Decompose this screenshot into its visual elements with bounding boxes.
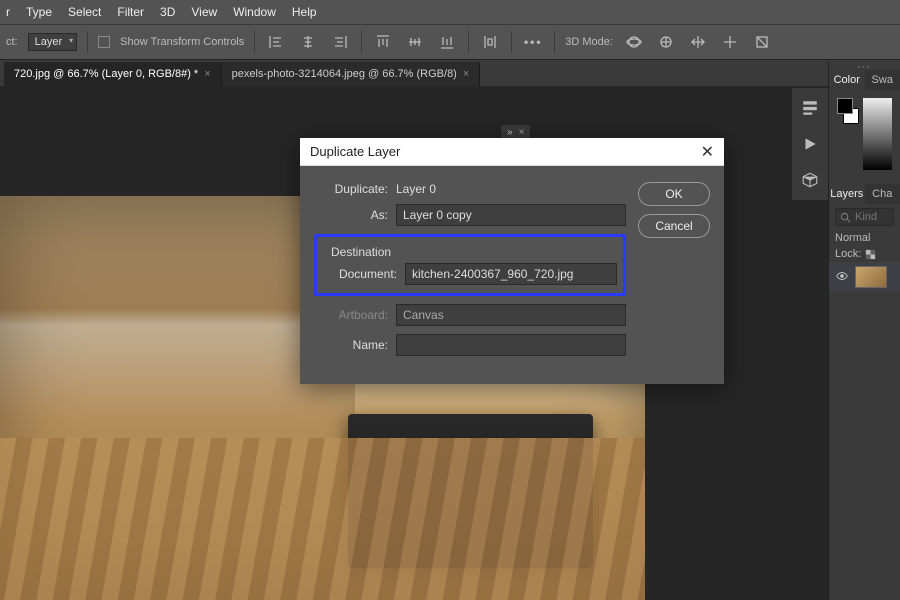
align-top-icon[interactable] (372, 31, 394, 53)
ok-button[interactable]: OK (638, 182, 710, 206)
menu-item[interactable]: Window (233, 5, 276, 19)
layer-thumbnail[interactable] (855, 266, 887, 288)
as-label: As: (314, 208, 388, 222)
layers-panel: Layers Cha Normal Lock: (829, 184, 900, 292)
divider (554, 31, 555, 53)
duplicate-value: Layer 0 (396, 182, 436, 196)
name-label: Name: (314, 338, 388, 352)
more-options-icon[interactable]: ••• (522, 31, 544, 53)
as-input[interactable] (396, 204, 626, 226)
mode-3d-label: 3D Mode: (565, 36, 613, 48)
lock-transparent-icon[interactable] (865, 249, 876, 260)
layer-row[interactable] (829, 262, 900, 292)
menu-item[interactable]: Select (68, 5, 101, 19)
cancel-button[interactable]: Cancel (638, 214, 710, 238)
tab-layers[interactable]: Layers (829, 184, 865, 204)
destination-section-label: Destination (323, 241, 617, 263)
document-tab[interactable]: pexels-photo-3214064.jpeg @ 66.7% (RGB/8… (222, 62, 481, 86)
name-input[interactable] (396, 334, 626, 356)
document-label: Document: (323, 267, 397, 281)
document-tab[interactable]: 720.jpg @ 66.7% (Layer 0, RGB/8#) * × (4, 62, 222, 86)
cube-3d-panel-icon[interactable] (796, 166, 824, 194)
dialog-body: Duplicate: Layer 0 As: Destination Docum… (300, 166, 724, 384)
scale-3d-icon[interactable] (751, 31, 773, 53)
menu-item[interactable]: Type (26, 5, 52, 19)
show-transform-label: Show Transform Controls (120, 36, 244, 48)
tab-channels[interactable]: Cha (865, 184, 900, 204)
artboard-label: Artboard: (314, 308, 388, 322)
tab-swatches[interactable]: Swa (865, 70, 900, 90)
foreground-background-swatch[interactable] (837, 98, 859, 124)
divider (468, 31, 469, 53)
expand-icon[interactable]: » (507, 127, 513, 138)
destination-highlight: Destination Document: kitchen-2400367_96… (314, 234, 626, 296)
show-transform-checkbox[interactable] (98, 36, 110, 48)
align-bottom-icon[interactable] (436, 31, 458, 53)
divider (254, 31, 255, 53)
lock-row: Lock: (829, 246, 900, 262)
options-left-label: ct: (6, 36, 18, 48)
slide-3d-icon[interactable] (719, 31, 741, 53)
align-left-icon[interactable] (265, 31, 287, 53)
duplicate-layer-dialog: Duplicate Layer ✕ Duplicate: Layer 0 As:… (300, 138, 724, 384)
tab-label: pexels-photo-3214064.jpeg @ 66.7% (RGB/8… (232, 68, 457, 80)
artboard-readonly: Canvas (396, 304, 626, 326)
tab-color[interactable]: Color (829, 70, 865, 90)
image-region (348, 414, 593, 568)
panel-grip[interactable] (829, 62, 900, 70)
menu-item[interactable]: Filter (117, 5, 144, 19)
tab-label: 720.jpg @ 66.7% (Layer 0, RGB/8#) * (14, 68, 198, 80)
foreground-color-swatch[interactable] (837, 98, 853, 114)
visibility-eye-icon[interactable] (835, 269, 849, 286)
color-panel-tabs: Color Swa (829, 70, 900, 90)
search-icon (840, 212, 851, 223)
menu-item[interactable]: Help (292, 5, 317, 19)
align-right-icon[interactable] (329, 31, 351, 53)
close-dialog-icon[interactable]: ✕ (701, 142, 714, 162)
right-panel-dock: Color Swa Layers Cha Normal Lock: (828, 62, 900, 600)
layers-panel-tabs: Layers Cha (829, 184, 900, 204)
duplicate-label: Duplicate: (314, 182, 388, 196)
blend-mode-dropdown[interactable]: Normal (829, 230, 900, 246)
align-middle-v-icon[interactable] (404, 31, 426, 53)
menu-item[interactable]: View (191, 5, 217, 19)
divider (87, 31, 88, 53)
layer-filter[interactable] (835, 208, 894, 226)
distribute-icon[interactable] (479, 31, 501, 53)
close-icon[interactable]: × (519, 127, 525, 138)
properties-panel-icon[interactable] (796, 94, 824, 122)
play-panel-icon[interactable] (796, 130, 824, 158)
lock-label: Lock: (835, 248, 861, 260)
document-dropdown[interactable]: kitchen-2400367_960_720.jpg (405, 263, 617, 285)
divider (361, 31, 362, 53)
close-tab-icon[interactable]: × (204, 68, 210, 80)
color-panel-body (829, 90, 900, 178)
grayscale-ramp[interactable] (863, 98, 892, 170)
lock-position-icon[interactable] (880, 249, 891, 260)
layer-filter-input[interactable] (855, 211, 889, 223)
layer-select-dropdown[interactable]: Layer (28, 33, 78, 51)
dialog-title-text: Duplicate Layer (310, 144, 400, 159)
pan-3d-icon[interactable] (687, 31, 709, 53)
menu-item[interactable]: r (6, 5, 10, 19)
align-center-h-icon[interactable] (297, 31, 319, 53)
divider (511, 31, 512, 53)
menu-item[interactable]: 3D (160, 5, 175, 19)
options-bar: ct: Layer Show Transform Controls ••• 3D… (0, 24, 900, 60)
menu-bar: r Type Select Filter 3D View Window Help (0, 0, 900, 24)
roll-3d-icon[interactable] (655, 31, 677, 53)
collapsed-panel-dock (792, 88, 828, 200)
document-tab-strip: 720.jpg @ 66.7% (Layer 0, RGB/8#) * × pe… (0, 60, 900, 86)
dialog-titlebar[interactable]: Duplicate Layer ✕ (300, 138, 724, 166)
close-tab-icon[interactable]: × (463, 68, 469, 80)
orbit-3d-icon[interactable] (623, 31, 645, 53)
